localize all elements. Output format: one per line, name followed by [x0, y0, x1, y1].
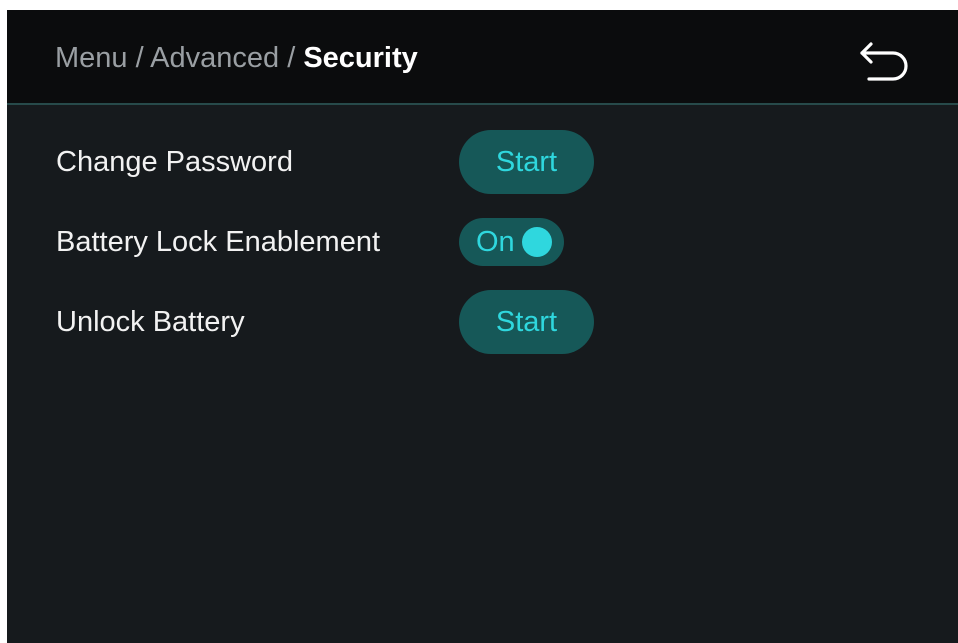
toggle-knob [522, 227, 552, 257]
back-arrow-icon [860, 42, 908, 81]
breadcrumb-separator: / [287, 42, 304, 74]
breadcrumb: Menu / Advanced / Security [55, 38, 418, 78]
change-password-start-button[interactable]: Start [459, 130, 594, 194]
unlock-battery-start-button[interactable]: Start [459, 290, 594, 354]
breadcrumb-item-security: Security [303, 42, 418, 74]
setting-row-change-password: Change Password Start [7, 130, 958, 194]
setting-row-unlock-battery: Unlock Battery Start [7, 290, 958, 354]
battery-lock-toggle[interactable]: On [459, 218, 564, 266]
security-screen: Menu / Advanced / Security Change Passwo… [7, 10, 958, 643]
setting-label: Unlock Battery [56, 306, 245, 338]
header-bar: Menu / Advanced / Security [7, 10, 958, 105]
breadcrumb-item-advanced[interactable]: Advanced [150, 42, 279, 74]
breadcrumb-item-menu[interactable]: Menu [55, 42, 128, 74]
setting-row-battery-lock: Battery Lock Enablement On [7, 210, 958, 274]
toggle-state-label: On [476, 226, 515, 258]
setting-label: Change Password [56, 146, 293, 178]
setting-label: Battery Lock Enablement [56, 226, 381, 258]
back-button[interactable] [851, 30, 919, 90]
breadcrumb-separator: / [135, 42, 151, 74]
